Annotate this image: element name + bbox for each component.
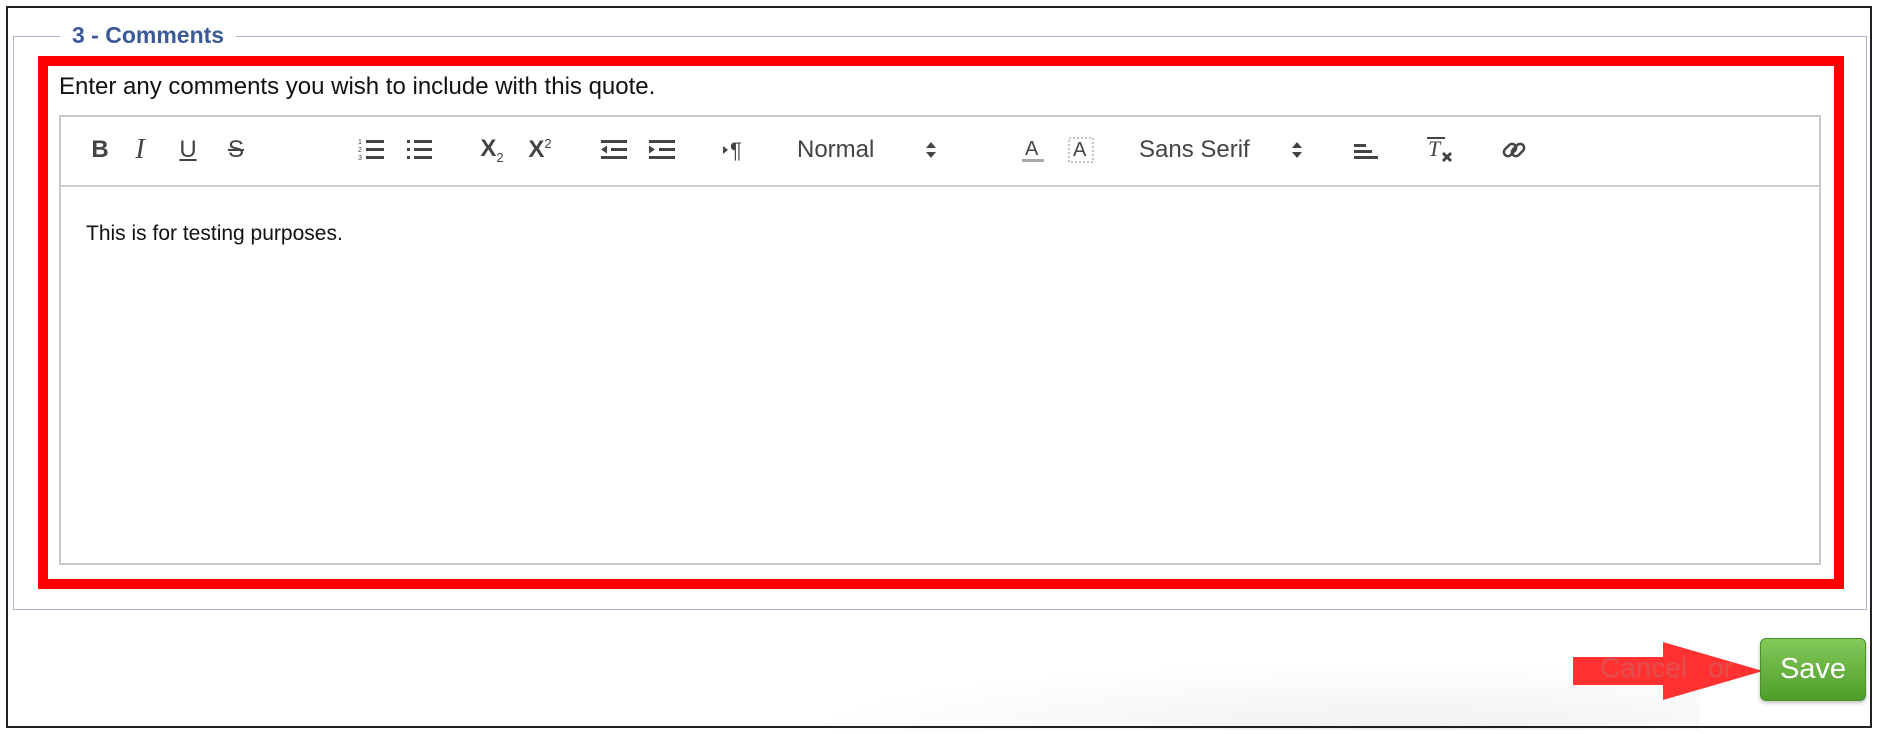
- subscript-button[interactable]: X2: [475, 132, 509, 168]
- ordered-list-button[interactable]: 1 2 3: [355, 132, 389, 168]
- background-color-button[interactable]: A: [1064, 132, 1098, 168]
- italic-icon: I: [135, 134, 145, 165]
- outdent-button[interactable]: [597, 132, 631, 168]
- section-legend: 3 - Comments: [60, 20, 237, 50]
- outdent-icon: [601, 140, 627, 159]
- font-picker[interactable]: Sans Serif: [1139, 132, 1339, 168]
- superscript-icon: X2: [528, 136, 551, 164]
- updown-arrow-icon: [1292, 142, 1302, 158]
- superscript-number: 2: [544, 136, 552, 151]
- align-button[interactable]: [1349, 132, 1383, 168]
- svg-text:T: T: [1428, 136, 1442, 161]
- link-icon: [1502, 142, 1526, 158]
- background-color-icon: A: [1068, 137, 1094, 163]
- indent-icon: [649, 140, 675, 159]
- svg-text:1: 1: [358, 139, 362, 146]
- page-shadow: [700, 650, 1700, 730]
- subscript-icon: X2: [480, 135, 503, 165]
- align-icon: [1354, 144, 1378, 159]
- cancel-link[interactable]: Cancel: [1600, 652, 1687, 684]
- svg-text:A: A: [1073, 139, 1087, 161]
- editor-content[interactable]: This is for testing purposes.: [86, 222, 343, 246]
- rich-text-editor: B I U S 1 2 3 X2 X2 ¶ Normal A A Sans Se…: [59, 115, 1821, 565]
- updown-arrow-icon: [926, 142, 936, 158]
- editor-toolbar: B I U S 1 2 3 X2 X2 ¶ Normal A A Sans Se…: [61, 117, 1819, 187]
- svg-text:¶: ¶: [730, 138, 742, 162]
- strikethrough-icon: S: [227, 136, 244, 163]
- ordered-list-icon: 1 2 3: [358, 139, 384, 162]
- superscript-letter: X: [528, 136, 545, 163]
- subscript-letter: X: [480, 135, 497, 163]
- paragraph-direction-icon: ¶: [723, 138, 742, 162]
- link-button[interactable]: [1497, 132, 1531, 168]
- header-picker-label: Normal: [797, 136, 875, 163]
- bullet-list-button[interactable]: [403, 132, 437, 168]
- svg-text:2: 2: [358, 147, 362, 154]
- underline-icon: U: [179, 136, 197, 163]
- svg-text:A: A: [1025, 138, 1039, 160]
- strikethrough-button[interactable]: S: [221, 132, 251, 168]
- bold-icon: B: [91, 136, 109, 163]
- text-color-button[interactable]: A: [1016, 132, 1050, 168]
- clear-format-button[interactable]: T: [1423, 132, 1457, 168]
- direction-button[interactable]: ¶: [719, 132, 753, 168]
- clear-format-icon: T: [1427, 136, 1453, 163]
- svg-text:3: 3: [358, 155, 362, 162]
- indent-button[interactable]: [645, 132, 679, 168]
- superscript-button[interactable]: X2: [523, 132, 557, 168]
- save-button[interactable]: Save: [1760, 638, 1866, 701]
- bold-button[interactable]: B: [85, 132, 115, 168]
- italic-button[interactable]: I: [125, 132, 155, 168]
- underline-button[interactable]: U: [173, 132, 203, 168]
- text-color-icon: A: [1022, 138, 1044, 162]
- bullet-list-icon: [407, 140, 432, 159]
- font-picker-label: Sans Serif: [1139, 136, 1250, 163]
- header-picker[interactable]: Normal: [797, 132, 957, 168]
- subscript-number: 2: [496, 149, 504, 165]
- or-separator: or: [1708, 652, 1733, 683]
- comments-instructions: Enter any comments you wish to include w…: [59, 73, 656, 100]
